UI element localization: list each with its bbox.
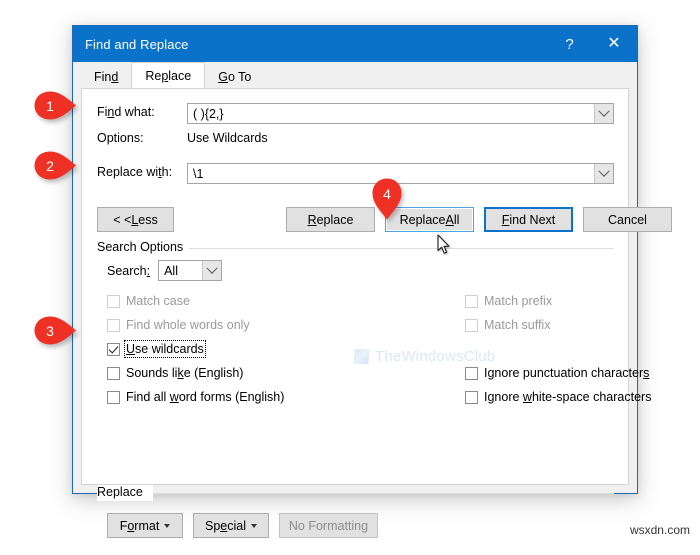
find-what-combobox[interactable]: ( ){2,} [187,103,614,124]
checkbox-label: Find whole words only [126,318,250,332]
special-button-label: Special [204,518,246,533]
dialog-body: Find Replace Go To Find what: ( ){2,} Op… [73,62,672,538]
search-label: Search: [107,263,151,278]
checkbox-label: Sounds like (English) [126,366,244,380]
checkbox-label: Match suffix [484,318,551,332]
tab-replace[interactable]: Replace [131,62,206,88]
title-bar-buttons: ? ✕ [548,26,637,62]
checkbox-ignore-white-space-characters[interactable]: Ignore white-space characters [465,390,651,404]
footer-watermark: wsxdn.com [629,523,690,537]
tab-strip: Find Replace Go To [73,62,637,88]
callout-badge-1: 1 [33,90,77,121]
callout-badge-2: 2 [33,150,77,181]
checkbox-box [465,318,478,332]
checkbox-box [107,318,120,332]
callout-badge-4-number: 4 [383,186,391,202]
find-and-replace-dialog: Find and Replace ? ✕ Find Replace Go To [72,25,672,538]
checkbox-box [107,294,120,308]
tab-goto[interactable]: Go To [205,66,264,88]
checkbox-find-all-word-forms[interactable]: Find all word forms (English) [107,390,284,404]
search-options-group: Search Options Search: All Match case Fi… [97,240,651,478]
checkbox-label: Match case [126,294,190,308]
checkbox-box [107,342,120,356]
checkbox-label: Ignore white-space characters [484,390,652,404]
no-formatting-button[interactable]: No Formatting [279,513,378,538]
find-what-label: Find what: [97,105,155,119]
replace-with-dropdown-button[interactable] [594,164,613,183]
replace-with-row: Replace with: \1 [97,163,614,184]
format-button-label: Format [119,518,160,533]
mouse-cursor-icon [437,234,451,255]
replace-button[interactable]: Replace [286,207,375,232]
find-what-row: Find what: ( ){2,} [97,103,614,124]
replace-group: Replace Format Special No Formatting [97,485,614,555]
search-scope-dropdown-button[interactable] [202,261,222,280]
checkbox-sounds-like[interactable]: Sounds like (English) [107,366,243,380]
dialog-title: Find and Replace [85,36,189,52]
checkbox-box [465,294,478,308]
checkbox-ignore-punctuation-characters[interactable]: Ignore punctuation characters [465,366,649,380]
checkbox-label: Match prefix [484,294,553,308]
options-value: Use Wildcards [187,131,268,145]
cancel-button[interactable]: Cancel [583,207,672,232]
format-button[interactable]: Format [107,513,183,538]
checkbox-label: Find all word forms (English) [126,390,285,404]
search-options-title: Search Options [97,240,190,254]
checkbox-match-suffix[interactable]: Match suffix [465,318,550,332]
help-icon[interactable]: ? [548,26,591,62]
caret-down-icon [251,523,257,528]
search-scope-combobox[interactable]: All [158,260,223,281]
options-label: Options: [97,131,144,145]
checkbox-box [107,366,120,380]
checkbox-box [465,366,478,380]
replace-with-label: Replace with: [97,165,173,179]
close-icon[interactable]: ✕ [591,26,637,62]
no-formatting-button-label: No Formatting [288,518,369,533]
callout-badge-2-number: 2 [46,157,54,174]
find-what-dropdown-button[interactable] [594,104,613,123]
dialog-button-row: < < Less Replace Replace All Find Next C… [97,207,672,233]
find-what-input[interactable]: ( ){2,} [188,104,594,123]
dialog-title-bar: Find and Replace ? ✕ [73,26,637,62]
checkbox-box [465,390,478,404]
callout-badge-3: 3 [33,315,77,346]
screenshot-root: Find and Replace ? ✕ Find Replace Go To [0,0,700,543]
checkmark-icon [108,342,119,354]
caret-down-icon [164,523,171,528]
tab-find[interactable]: Find [81,66,131,88]
chevron-down-icon [206,262,218,274]
tab-goto-label: Go To [218,70,252,84]
callout-badge-4: 4 [371,177,403,221]
tab-find-label: Find [94,70,119,84]
replace-tab-panel: Find what: ( ){2,} Options: Use Wildcard… [81,88,672,538]
checkbox-label: Ignore punctuation characters [484,366,650,380]
callout-badge-1-number: 1 [46,97,54,114]
group-divider [97,485,614,501]
tab-replace-label: Replace [145,68,192,83]
chevron-down-icon [598,165,610,177]
search-scope-row: Search: All [107,260,223,281]
search-scope-value[interactable]: All [159,261,202,280]
find-next-button[interactable]: Find Next [484,207,573,232]
checkbox-match-prefix[interactable]: Match prefix [465,294,552,308]
checkbox-match-case[interactable]: Match case [107,294,190,308]
replace-group-title: Replace [97,485,149,499]
chevron-down-icon [598,105,610,117]
special-button[interactable]: Special [193,513,269,538]
callout-badge-3-number: 3 [46,322,54,339]
checkbox-box [107,390,120,404]
checkbox-label: Use wildcards [124,340,206,358]
less-button[interactable]: < < Less [97,207,174,232]
options-row: Options: Use Wildcards [97,131,268,145]
checkbox-use-wildcards[interactable]: Use wildcards [107,340,206,358]
checkbox-find-whole-words-only[interactable]: Find whole words only [107,318,250,332]
